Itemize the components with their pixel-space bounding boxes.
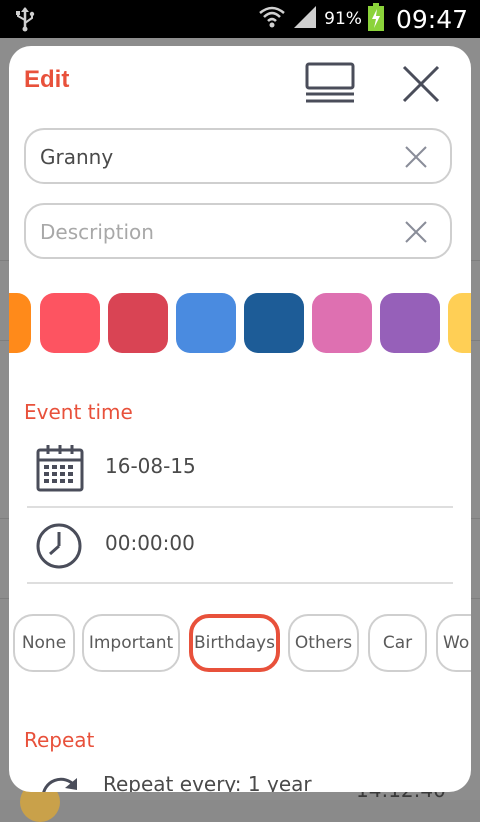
status-bar: 91% 09:47	[0, 0, 480, 38]
color-swatch-coral[interactable]	[40, 293, 100, 353]
close-icon	[402, 65, 440, 103]
clock-icon	[35, 521, 85, 571]
close-button[interactable]	[401, 64, 441, 104]
color-swatch-purple[interactable]	[380, 293, 440, 353]
repeat-text: Repeat every: 1 year	[103, 772, 312, 792]
divider	[27, 582, 453, 584]
description-field[interactable]	[24, 203, 452, 259]
category-chip-none[interactable]: None	[13, 614, 75, 672]
battery-charging-icon	[367, 3, 384, 35]
name-input[interactable]	[38, 140, 392, 174]
clear-description-button[interactable]	[404, 220, 428, 244]
time-row[interactable]: 00:00:00	[27, 509, 453, 583]
battery-percent: 91%	[324, 9, 362, 29]
clear-icon	[405, 221, 427, 243]
layout-toggle-button[interactable]	[304, 62, 356, 104]
category-chip-birthdays[interactable]: Birthdays	[189, 614, 280, 672]
color-swatch-blue[interactable]	[176, 293, 236, 353]
status-time: 09:47	[395, 4, 468, 34]
category-chip-important[interactable]: Important	[82, 614, 180, 672]
divider	[27, 506, 453, 508]
usb-icon	[14, 6, 36, 36]
category-chip-others[interactable]: Others	[288, 614, 359, 672]
repeat-icon	[37, 770, 83, 792]
dialog-title: Edit	[24, 66, 70, 93]
event-time: 00:00:00	[105, 531, 195, 555]
color-swatch-pink[interactable]	[312, 293, 372, 353]
clear-icon	[405, 146, 427, 168]
color-picker	[9, 293, 471, 353]
repeat-row[interactable]: Repeat every: 1 year	[27, 766, 453, 792]
edit-dialog: Edit Granny Description Event time 16-08…	[9, 46, 471, 792]
event-time-title: Event time	[24, 400, 133, 424]
clear-name-button[interactable]	[404, 145, 428, 169]
repeat-title: Repeat	[24, 728, 95, 752]
calendar-icon	[35, 444, 85, 494]
layout-icon	[305, 62, 355, 103]
color-swatch-orange[interactable]	[9, 293, 31, 353]
color-swatch-yellow[interactable]	[448, 293, 471, 353]
category-chip-car[interactable]: Car	[368, 614, 427, 672]
event-date: 16-08-15	[105, 454, 196, 478]
signal-icon	[292, 4, 318, 34]
wifi-icon	[258, 4, 286, 34]
category-chips: None Important Birthdays Others Car Wo	[9, 614, 471, 674]
color-swatch-red[interactable]	[108, 293, 168, 353]
category-chip-work[interactable]: Wo	[436, 614, 471, 672]
description-input[interactable]	[38, 215, 392, 249]
name-field[interactable]	[24, 128, 452, 184]
color-swatch-navy[interactable]	[244, 293, 304, 353]
date-row[interactable]: 16-08-15	[27, 432, 453, 506]
